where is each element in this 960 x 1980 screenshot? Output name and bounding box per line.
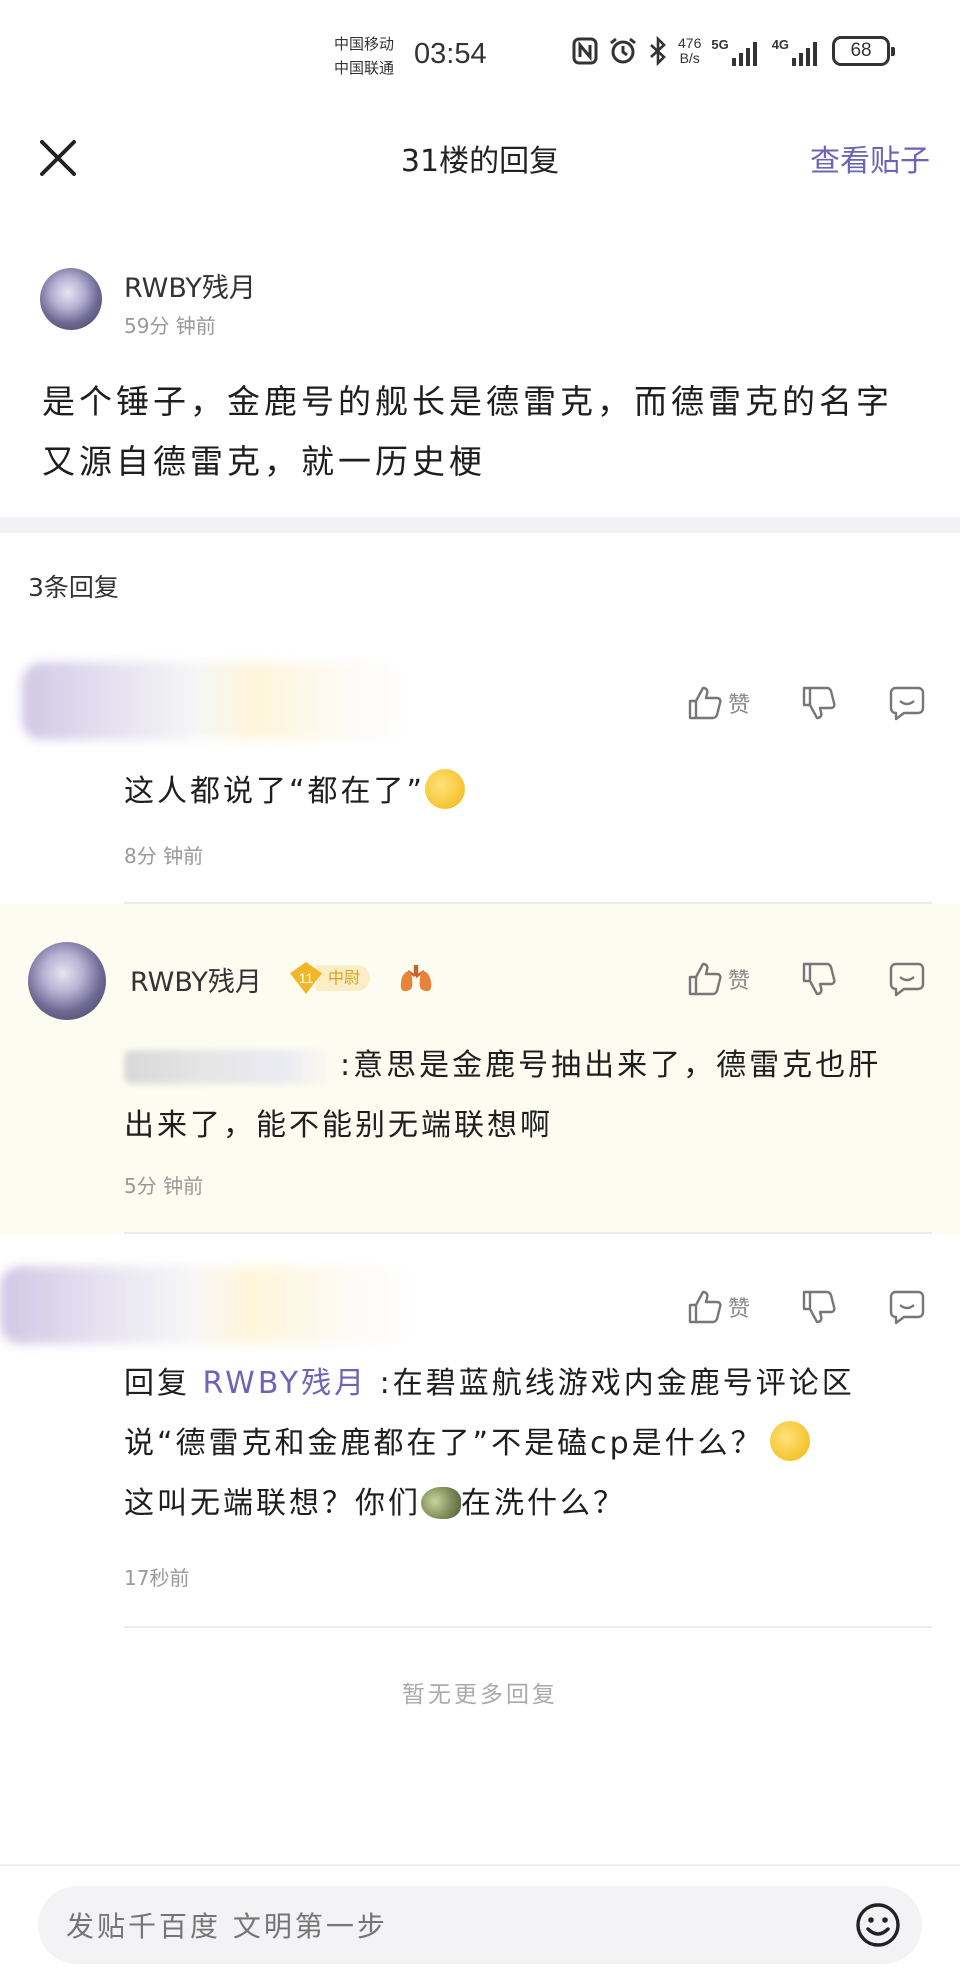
- comment-icon: [889, 686, 925, 721]
- blurred-user-info: [22, 662, 412, 740]
- thumbs-down-icon: [802, 962, 836, 996]
- status-time: 03:54: [414, 38, 487, 70]
- view-post-link[interactable]: 查看贴子: [810, 136, 930, 180]
- level-title: 中尉: [316, 965, 371, 991]
- reply-actions: 赞: [686, 960, 926, 998]
- signal-bars-icon: [731, 41, 757, 66]
- carrier-2: 中国联通: [334, 59, 395, 77]
- nfc-icon: [572, 37, 598, 65]
- carrier-info: 中国移动 中国联通: [334, 32, 394, 80]
- comment-button[interactable]: [888, 684, 926, 722]
- thumbs-up-icon: [688, 962, 722, 996]
- comment-button[interactable]: [888, 1288, 926, 1326]
- dislike-button[interactable]: [800, 684, 838, 722]
- net-speed-unit: B/s: [679, 50, 700, 66]
- reply-actions: 赞: [686, 1288, 926, 1326]
- reply-time: 5分 钟前: [124, 1174, 204, 1198]
- reply-item: RWBY残月 11 中尉 赞 :意思是金鹿号抽出来了，德雷克也肝出来了，能不能别…: [0, 904, 960, 1234]
- reply-text-content: 在洗什么？: [461, 1486, 626, 1521]
- bottom-divider: [0, 1864, 960, 1866]
- comment-button[interactable]: [888, 960, 926, 998]
- no-more-replies: 暂无更多回复: [402, 1682, 558, 1708]
- reply-time: 17秒前: [124, 1566, 190, 1590]
- sweat-emoji-icon: [425, 768, 466, 809]
- reply-time: 8分 钟前: [124, 844, 204, 868]
- thinking-emoji-icon: [769, 1420, 810, 1461]
- thumbs-up-icon: [688, 686, 722, 720]
- thumbs-up-icon: [688, 1290, 722, 1324]
- emoji-button[interactable]: [854, 1901, 902, 1949]
- mention-link[interactable]: RWBY残月: [203, 1366, 368, 1401]
- alarm-icon: [610, 37, 636, 64]
- like-label: 赞: [727, 693, 750, 718]
- lungs-icon: [398, 962, 434, 1001]
- signal-4g-label: 4G: [771, 36, 790, 52]
- reply-text: 回复 RWBY残月 :在碧蓝航线游戏内金鹿号评论区说“德雷克和金鹿都在了”不是磕…: [124, 1354, 914, 1534]
- page-header: 31楼的回复 查看贴子: [0, 118, 960, 198]
- dislike-button[interactable]: [800, 960, 838, 998]
- like-button[interactable]: 赞: [686, 684, 750, 722]
- like-button[interactable]: 赞: [686, 960, 750, 998]
- battery-icon: 68: [832, 36, 896, 66]
- reply-item: 赞 回复 RWBY残月 :在碧蓝航线游戏内金鹿号评论区说“德雷克和金鹿都在了”不…: [0, 1236, 960, 1628]
- comment-icon: [889, 962, 925, 997]
- section-divider: [0, 517, 960, 533]
- net-speed: 476 B/s: [678, 36, 701, 66]
- reply-actions: 赞: [686, 684, 926, 722]
- reply-prefix: 回复: [124, 1366, 190, 1401]
- reply-input-bar[interactable]: [38, 1886, 922, 1964]
- reply-input[interactable]: [66, 1906, 826, 1946]
- signal-bars-icon: [792, 41, 818, 66]
- reply-divider: [124, 1626, 932, 1628]
- thumbs-down-icon: [802, 1290, 836, 1324]
- post-time: 59分 钟前: [124, 314, 216, 338]
- reply-text-content: 这叫无端联想？你们: [124, 1486, 421, 1521]
- status-bar: 中国移动 中国联通 03:54 476 B/s 5G 4G 68: [0, 0, 960, 110]
- reply-count: 3条回复: [28, 573, 119, 602]
- pufferfish-emoji-icon: [421, 1486, 461, 1519]
- reply-text: 这人都说了“都在了”: [124, 762, 914, 822]
- avatar[interactable]: [40, 268, 102, 330]
- status-icons: 476 B/s 5G 4G 68: [572, 36, 896, 66]
- level-badge: 11 中尉: [290, 962, 371, 994]
- reply-item: 赞 这人都说了“都在了” 8分 钟前: [0, 640, 960, 904]
- signal-4g: 4G: [772, 37, 822, 66]
- like-label: 赞: [727, 1297, 750, 1322]
- post-author: RWBY残月 59分 钟前: [40, 264, 940, 338]
- like-label: 赞: [727, 969, 750, 994]
- thumbs-down-icon: [802, 686, 836, 720]
- bluetooth-icon: [650, 36, 666, 66]
- reply-text-content: 这人都说了“都在了”: [124, 774, 426, 809]
- net-speed-value: 476: [678, 35, 702, 51]
- smiley-icon: [856, 1903, 900, 1947]
- post-author-name[interactable]: RWBY残月: [124, 266, 256, 305]
- signal-5g: 5G: [711, 37, 761, 66]
- like-button[interactable]: 赞: [686, 1288, 750, 1326]
- blurred-username: [124, 1049, 334, 1084]
- post-body: 是个锤子，金鹿号的舰长是德雷克，而德雷克的名字又源自德雷克，就一历史梗: [42, 382, 893, 481]
- blurred-user-info: [0, 1266, 420, 1344]
- reply-author-name[interactable]: RWBY残月: [130, 960, 262, 999]
- reply-divider: [124, 1232, 932, 1234]
- carrier-1: 中国移动: [334, 35, 395, 53]
- comment-icon: [889, 1290, 925, 1325]
- avatar[interactable]: [28, 942, 106, 1020]
- reply-text: :意思是金鹿号抽出来了，德雷克也肝出来了，能不能别无端联想啊: [124, 1036, 914, 1156]
- dislike-button[interactable]: [800, 1288, 838, 1326]
- signal-5g-label: 5G: [711, 36, 729, 52]
